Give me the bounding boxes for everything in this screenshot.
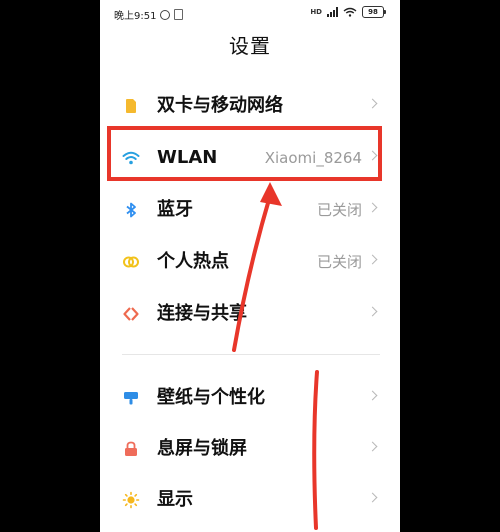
connection-share-icon: [123, 307, 139, 321]
battery-icon: 98: [362, 6, 386, 18]
settings-item-label: 息屏与锁屏: [157, 438, 247, 459]
settings-item-value: 已关闭: [316, 253, 362, 271]
settings-item-label: 双卡与移动网络: [157, 95, 283, 116]
settings-item-label: 连接与共享: [157, 303, 247, 324]
hd-icon: HD: [310, 8, 322, 16]
settings-item-label: WLAN: [157, 147, 218, 168]
settings-item-label: 壁纸与个性化: [157, 387, 265, 408]
wallpaper-icon: [124, 392, 138, 405]
bluetooth-icon: [126, 202, 136, 218]
status-time: 晚上9:51: [114, 11, 157, 22]
signal-icon: [327, 7, 338, 17]
hotspot-icon: [123, 256, 139, 268]
settings-item-value: Xiaomi_8264: [264, 149, 362, 167]
sim-status-icon: [174, 9, 184, 20]
settings-item-hotspot[interactable]: 个人热点 已关闭: [100, 238, 400, 286]
page-title: 设置: [229, 34, 271, 58]
settings-item-display[interactable]: 显示: [100, 476, 400, 524]
settings-item-label: 个人热点: [157, 251, 229, 272]
chevron-right-icon: [367, 254, 378, 265]
chevron-right-icon: [367, 441, 378, 452]
status-bar: 晚上9:51 HD 98: [100, 0, 400, 26]
chevron-right-icon: [367, 202, 378, 213]
settings-item-label: 蓝牙: [157, 199, 193, 220]
settings-item-wallpaper[interactable]: 壁纸与个性化: [100, 374, 400, 422]
sim-card-icon: [126, 99, 136, 113]
settings-item-connection-sharing[interactable]: 连接与共享: [100, 290, 400, 338]
chevron-right-icon: [367, 98, 378, 109]
settings-item-bluetooth[interactable]: 蓝牙 已关闭: [100, 186, 400, 234]
alarm-icon: [160, 9, 171, 20]
wifi-status-icon: [343, 7, 357, 17]
chevron-right-icon: [367, 390, 378, 401]
settings-item-lock-screen[interactable]: 息屏与锁屏: [100, 425, 400, 473]
section-divider: [122, 354, 380, 355]
lock-icon: [125, 441, 137, 456]
chevron-right-icon: [367, 492, 378, 503]
settings-item-dual-sim[interactable]: 双卡与移动网络: [100, 82, 400, 130]
settings-item-wlan[interactable]: WLAN Xiaomi_8264: [100, 134, 400, 182]
settings-screen: 晚上9:51 HD 98 设置 双卡与移动网络 WLAN Xiaomi_8264…: [100, 0, 400, 532]
chevron-right-icon: [367, 306, 378, 317]
brightness-icon: [122, 491, 140, 509]
chevron-right-icon: [367, 150, 378, 161]
settings-item-value: 已关闭: [316, 201, 362, 219]
settings-item-label: 显示: [157, 489, 193, 510]
wifi-icon: [122, 151, 140, 165]
